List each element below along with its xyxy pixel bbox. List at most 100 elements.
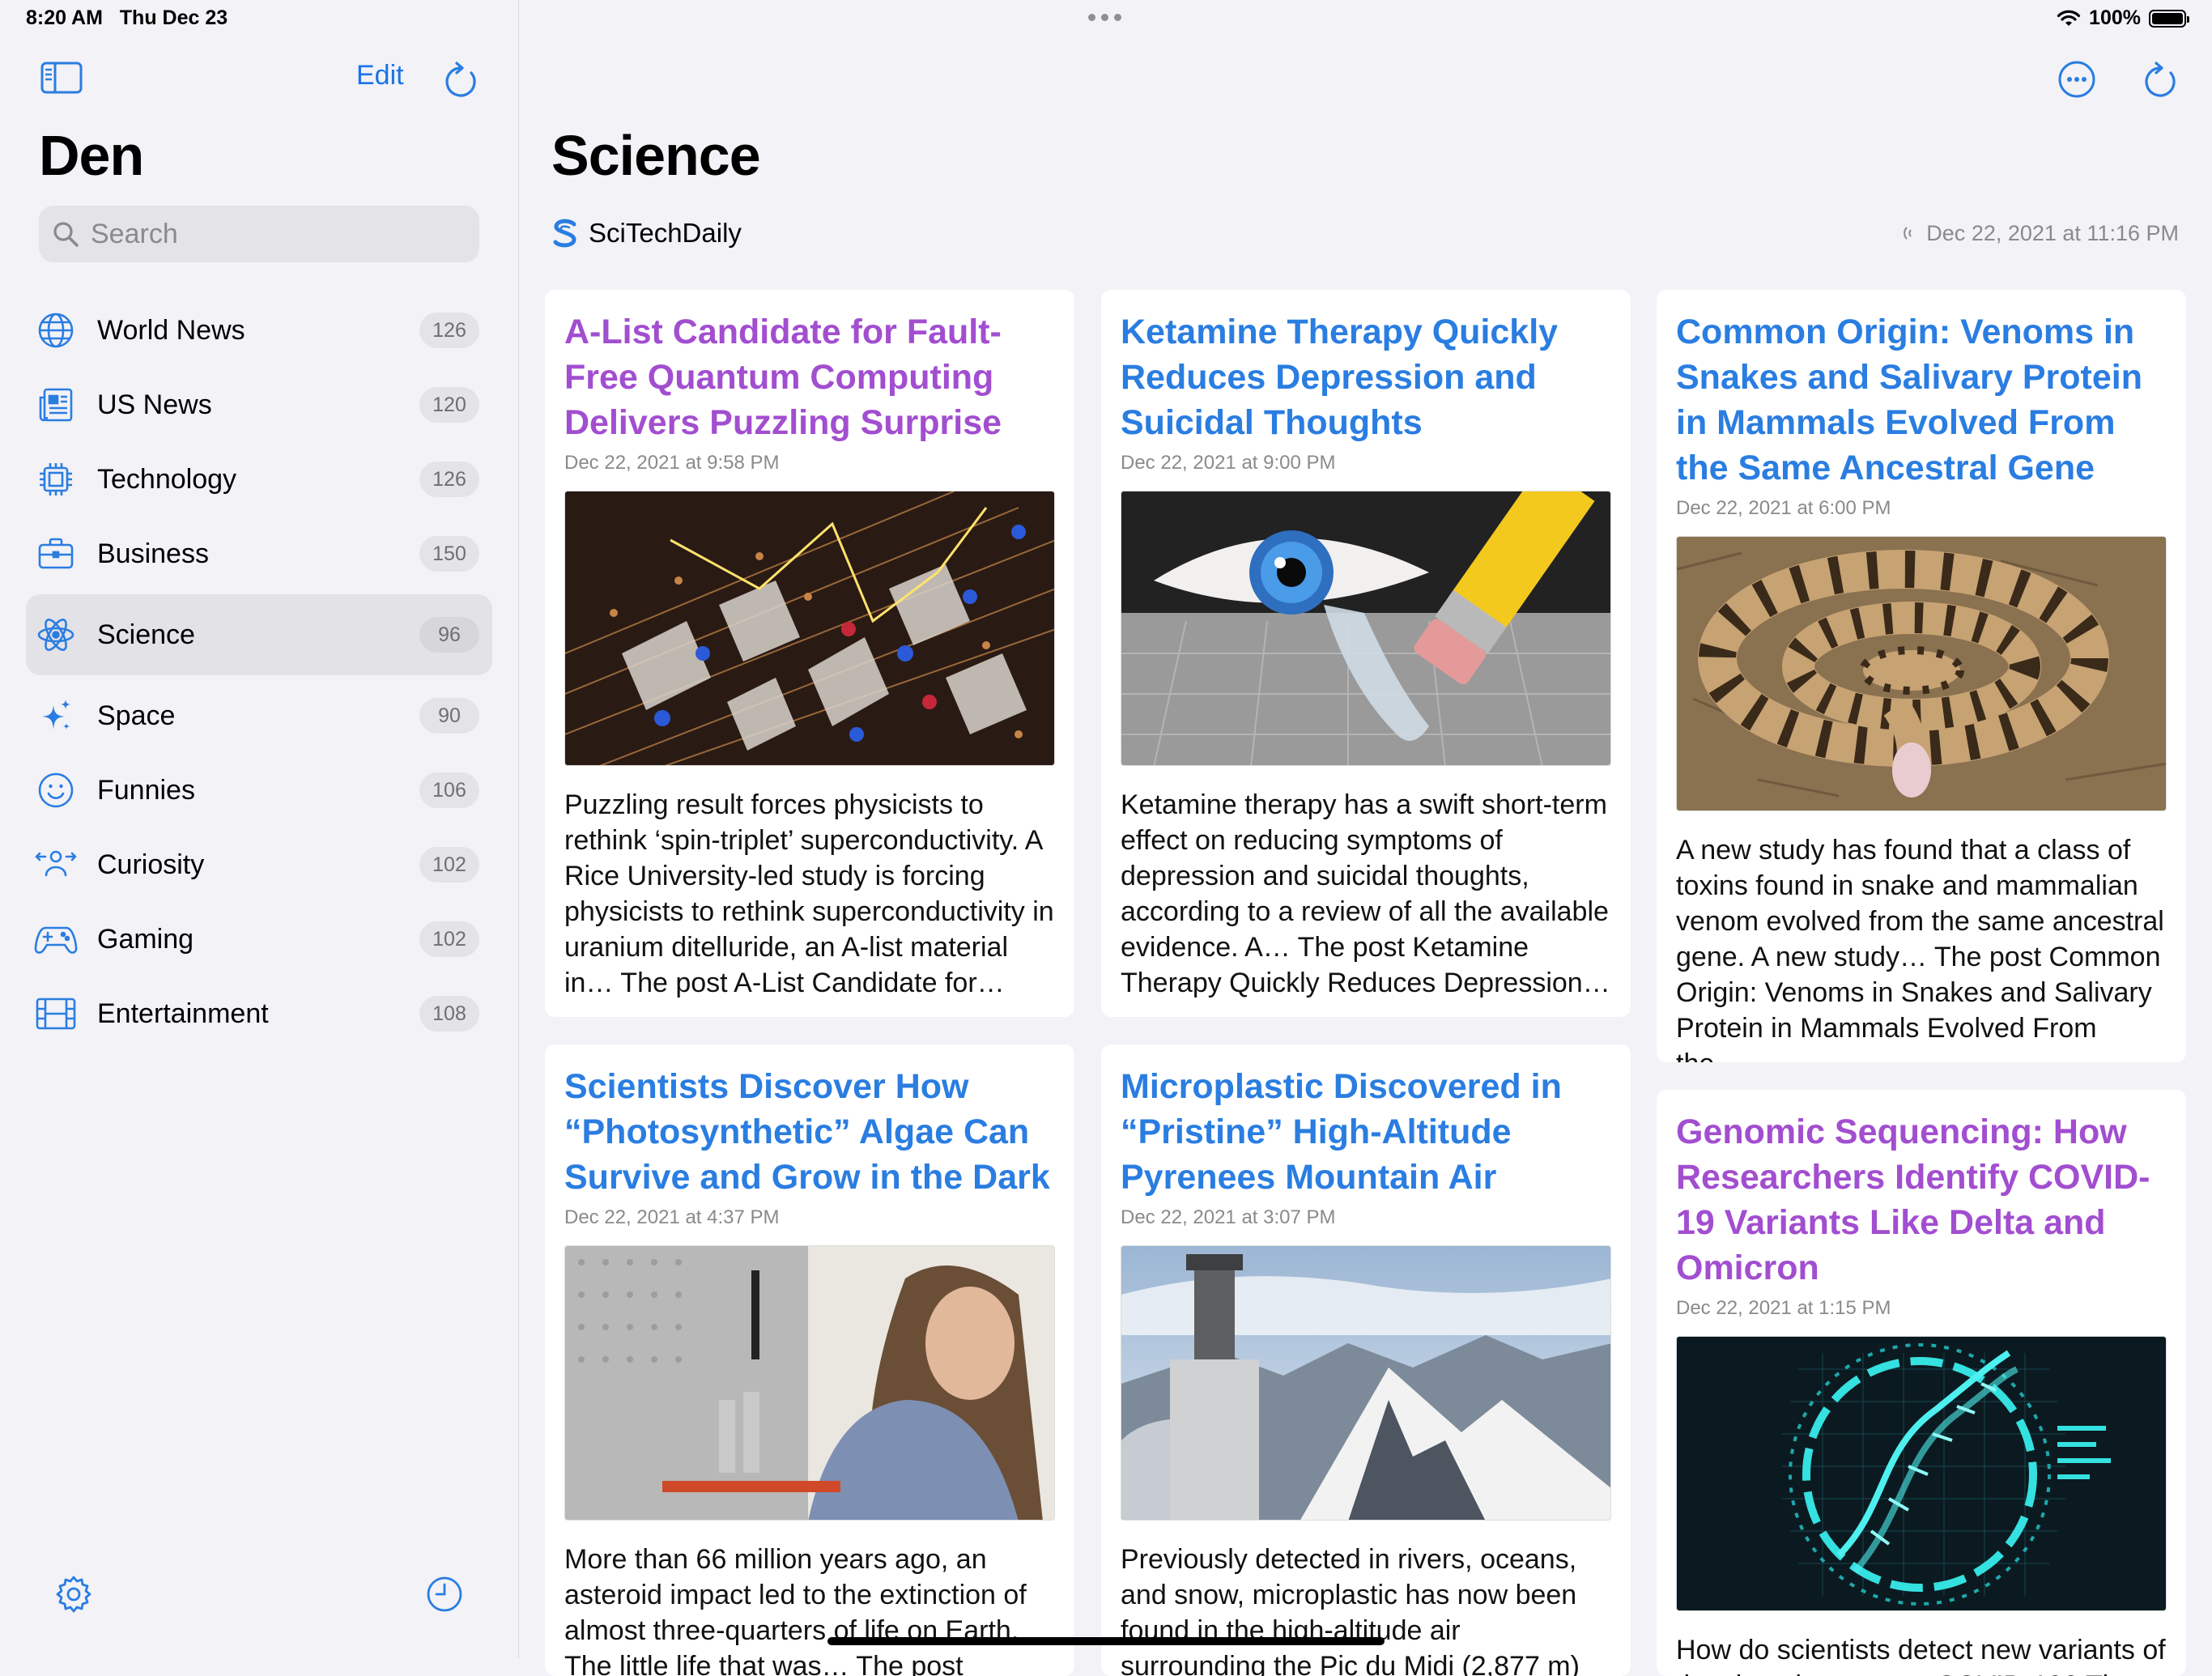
unread-count-badge: 102 [419,921,479,957]
article-summary: More than 66 million years ago, an aster… [564,1544,1027,1676]
article-title[interactable]: Ketamine Therapy Quickly Reduces Depress… [1121,309,1611,445]
article-summary: Ketamine therapy has a swift short-term … [1121,789,1610,998]
unread-count-badge: 108 [419,996,479,1032]
edit-button[interactable]: Edit [356,60,404,91]
unread-count-badge: 90 [419,698,479,734]
gamecontroller-icon [34,926,78,954]
sidebar-item-world-news[interactable]: World News 126 [26,293,492,368]
article-card[interactable]: Ketamine Therapy Quickly Reduces Depress… [1101,290,1631,1017]
film-icon [36,998,76,1030]
article-date: Dec 22, 2021 at 9:00 PM [1121,452,1336,474]
article-summary: A new study has found that a class of to… [1676,835,2164,1062]
sidebar-icon [40,62,83,94]
source-header: SciTechDaily Dec 22, 2021 at 11:16 PM [551,217,2179,249]
sidebar-item-space[interactable]: Space 90 [26,678,492,753]
lab-researcher-image[interactable] [564,1245,1055,1521]
unread-count-badge: 96 [419,617,479,653]
sidebar-toggle-button[interactable] [40,62,83,94]
multitasking-dots[interactable] [1088,14,1121,21]
article-title[interactable]: Genomic Sequencing: How Researchers Iden… [1676,1109,2167,1291]
refresh-icon [2145,62,2176,97]
article-card[interactable]: Common Origin: Venoms in Snakes and Sali… [1657,290,2186,1062]
article-date: Dec 22, 2021 at 3:07 PM [1121,1206,1336,1228]
article-summary: How do scientists detect new variants of… [1676,1635,2166,1676]
status-right: 100% [2057,6,2189,30]
gear-icon [56,1576,91,1613]
article-title[interactable]: A-List Candidate for Fault-Free Quantum … [564,309,1055,445]
article-title[interactable]: Scientists Discover How “Photosynthetic”… [564,1064,1055,1200]
eye-pencil-image[interactable] [1121,491,1611,766]
refresh-button[interactable] [442,60,479,99]
wifi-icon [2057,10,2081,26]
sidebar-item-technology[interactable]: Technology 126 [26,442,492,517]
status-time-date: 8:20 AM Thu Dec 23 [26,6,228,29]
cpu-icon [40,463,72,496]
sidebar-item-funnies[interactable]: Funnies 106 [26,753,492,827]
sidebar-item-us-news[interactable]: US News 120 [26,368,492,442]
status-bar: 8:20 AM Thu Dec 23 100% [0,0,2212,39]
feed-signal-icon [1904,227,1912,240]
search-placeholder: Search [91,218,178,249]
sidebar-item-label: Technology [97,463,237,495]
snake-image[interactable] [1676,536,2167,811]
article-date: Dec 22, 2021 at 1:15 PM [1676,1297,1891,1319]
sidebar-item-curiosity[interactable]: Curiosity 102 [26,827,492,902]
article-date: Dec 22, 2021 at 4:37 PM [564,1206,780,1228]
sparkles-icon [42,700,70,730]
unread-count-badge: 126 [419,462,479,497]
dna-hologram-image[interactable] [1676,1336,2167,1611]
unread-count-badge: 106 [419,772,479,808]
page-title: Science [551,124,761,187]
refresh-feed-button[interactable] [2142,60,2179,99]
quantum-lattice-image[interactable] [564,491,1055,766]
article-card[interactable]: Scientists Discover How “Photosynthetic”… [545,1044,1074,1676]
home-indicator[interactable] [827,1637,1385,1645]
scitechdaily-logo-icon [553,219,576,248]
sidebar-item-label: Funnies [97,774,195,806]
newspaper-icon [39,388,73,422]
article-summary: Puzzling result forces physicists to ret… [564,789,1054,998]
sidebar-item-label: Gaming [97,923,194,955]
sidebar-item-label: Entertainment [97,998,269,1029]
main-content: Science SciTechDaily Dec 22, 2021 at 11:… [519,0,2212,1676]
unread-count-badge: 126 [419,313,479,348]
article-card[interactable]: Genomic Sequencing: How Researchers Iden… [1657,1090,2186,1676]
globe-icon [38,313,74,348]
battery-percent: 100% [2089,6,2141,29]
source-updated: Dec 22, 2021 at 11:16 PM [1900,221,2179,246]
app-title: Den [39,124,144,187]
article-title[interactable]: Microplastic Discovered in “Pristine” Hi… [1121,1064,1611,1200]
sidebar-item-label: Curiosity [97,849,205,880]
briefcase-icon [38,538,74,569]
sidebar-item-label: Science [97,619,195,650]
article-date: Dec 22, 2021 at 6:00 PM [1676,497,1891,519]
sidebar-item-label: World News [97,314,245,346]
atom-icon [37,619,74,651]
mountain-observatory-image[interactable] [1121,1245,1611,1521]
ellipsis-circle-icon [2058,61,2095,98]
article-title[interactable]: Common Origin: Venoms in Snakes and Sali… [1676,309,2167,491]
sidebar-item-gaming[interactable]: Gaming 102 [26,902,492,976]
article-summary: Previously detected in rivers, oceans, a… [1121,1544,1580,1676]
unread-count-badge: 102 [419,847,479,883]
feed-list: World News 126 US News 120 Technology 12… [26,293,492,1051]
settings-button[interactable] [53,1574,94,1614]
sidebar-item-label: Business [97,538,209,569]
more-options-button[interactable] [2057,60,2096,99]
sidebar-item-label: Space [97,700,176,731]
article-card[interactable]: A-List Candidate for Fault-Free Quantum … [545,290,1074,1017]
clock-icon [427,1576,462,1612]
refresh-icon [445,62,476,97]
sidebar-item-science[interactable]: Science 96 [26,594,492,675]
person-arrows-icon [35,850,77,877]
sidebar-item-entertainment[interactable]: Entertainment 108 [26,976,492,1051]
history-button[interactable] [424,1574,465,1614]
sidebar-item-business[interactable]: Business 150 [26,517,492,591]
search-icon [53,222,79,247]
search-field[interactable]: Search [39,206,479,262]
smiley-icon [38,772,74,808]
unread-count-badge: 150 [419,536,479,572]
article-card[interactable]: Microplastic Discovered in “Pristine” Hi… [1101,1044,1631,1676]
source-name[interactable]: SciTechDaily [589,218,742,249]
sidebar-item-label: US News [97,389,212,420]
